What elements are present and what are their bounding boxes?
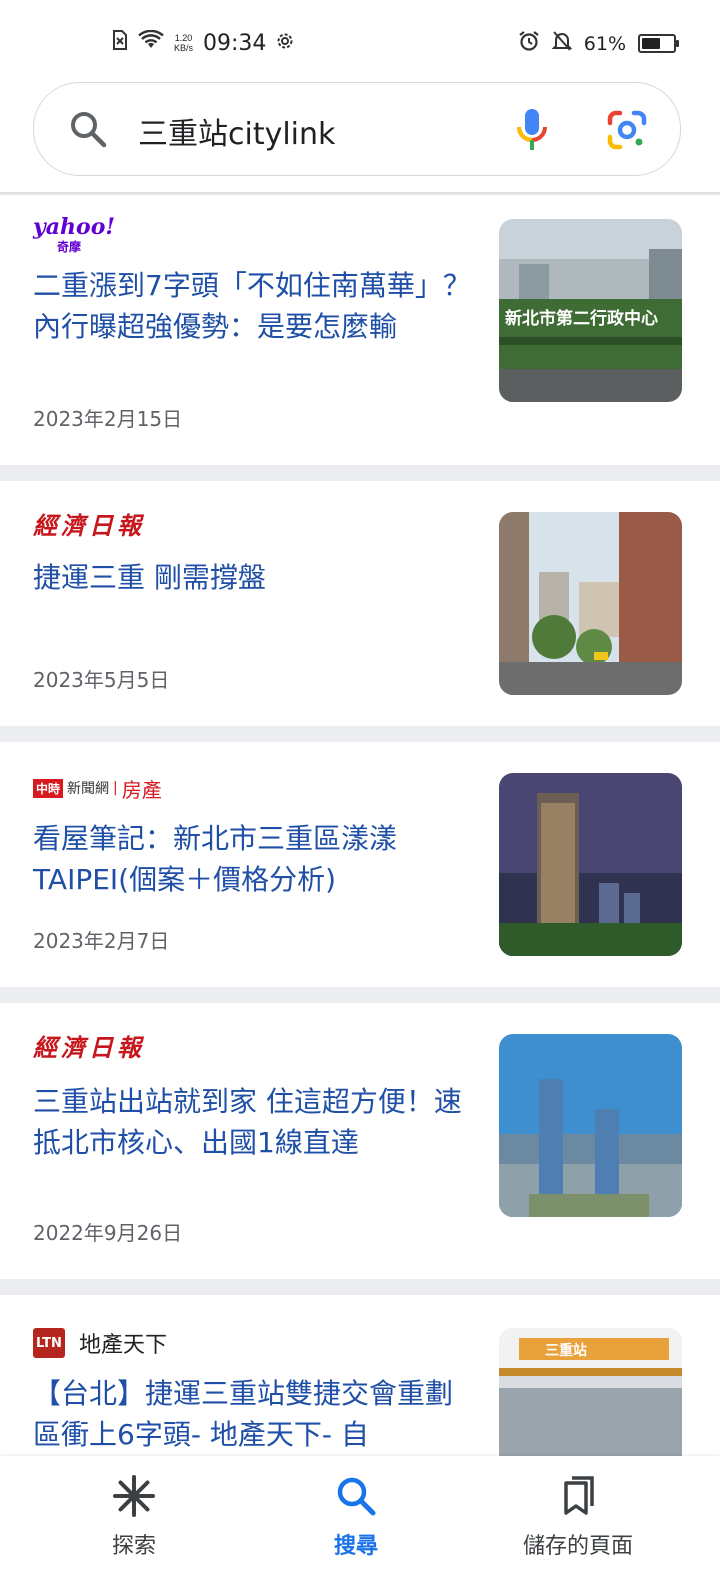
clock: 09:34 [203, 30, 267, 56]
nav-label: 搜尋 [333, 1534, 378, 1559]
result-title[interactable]: 捷運三重 剛需撐盤 [33, 557, 473, 598]
sim-off-icon [112, 30, 128, 56]
result-thumbnail[interactable] [499, 773, 682, 956]
search-header: 三重站citylink [0, 76, 720, 192]
search-bar[interactable]: 三重站citylink [33, 82, 681, 176]
result-title[interactable]: 看屋筆記：新北市三重區漾漾TAIPEI(個案＋價格分析) [33, 818, 473, 900]
thumbnail-caption: 新北市第二行政中心 [505, 308, 658, 329]
nav-search[interactable]: 搜尋 [256, 1474, 456, 1560]
alarm-icon [518, 30, 540, 57]
source-logo: 中時 新聞網 | 房產 [33, 768, 162, 808]
lens-icon[interactable] [606, 109, 648, 155]
result-title[interactable]: 三重站出站就到家 住這超方便！速抵北市核心、出國1線直達 [33, 1081, 473, 1163]
bookmarks-icon [556, 1476, 600, 1522]
battery-level [642, 38, 661, 49]
result-date: 2023年2月7日 [33, 929, 170, 953]
result-card[interactable]: yahoo! 奇摩 二重漲到7字頭「不如住南萬華」？內行曝超強優勢：是要怎麼輸 2… [0, 195, 720, 465]
battery-icon [638, 34, 679, 53]
result-card[interactable]: 經濟日報 三重站出站就到家 住這超方便！速抵北市核心、出國1線直達 2022年9… [0, 1003, 720, 1279]
search-icon [334, 1477, 378, 1522]
result-thumbnail[interactable] [499, 1034, 682, 1217]
result-thumbnail[interactable] [499, 512, 682, 695]
bottom-nav: 探索 搜尋 儲存的頁面 [0, 1456, 720, 1584]
wifi-icon [138, 29, 164, 56]
result-date: 2023年5月5日 [33, 668, 170, 692]
result-card[interactable]: LTN 地產天下 【台北】捷運三重站雙捷交會重劃區衝上6字頭- 地產天下- 自 三… [0, 1295, 720, 1511]
asterisk-icon [112, 1475, 156, 1522]
mute-icon [551, 30, 573, 57]
result-card[interactable]: 中時 新聞網 | 房產 看屋筆記：新北市三重區漾漾TAIPEI(個案＋價格分析) 20… [0, 742, 720, 987]
status-bar: 1.20 KB/s 09:34 61% [0, 0, 720, 76]
ltn-logo: LTN [33, 1328, 65, 1358]
source-logo: yahoo! 奇摩 [33, 214, 116, 254]
settings-icon [276, 31, 294, 56]
result-date: 2022年9月26日 [33, 1221, 183, 1245]
nav-label: 探索 [111, 1534, 156, 1559]
network-speed: 1.20 KB/s [174, 33, 194, 53]
result-thumbnail[interactable]: 新北市第二行政中心 [499, 219, 682, 402]
search-icon [68, 109, 108, 153]
source-logo: 經濟日報 [33, 1032, 145, 1062]
mic-icon[interactable] [514, 107, 550, 157]
source-logo: LTN 地產天下 [33, 1323, 167, 1363]
battery-percent: 61% [583, 32, 626, 55]
nav-label: 儲存的頁面 [522, 1534, 633, 1559]
result-title[interactable]: 【台北】捷運三重站雙捷交會重劃區衝上6字頭- 地產天下- 自 [33, 1373, 473, 1455]
nav-saved[interactable]: 儲存的頁面 [478, 1474, 678, 1560]
thumbnail-caption: 三重站 [545, 1342, 587, 1359]
search-query[interactable]: 三重站citylink [138, 109, 335, 153]
nav-discover[interactable]: 探索 [34, 1474, 234, 1560]
result-date: 2023年2月15日 [33, 407, 183, 431]
source-logo: 經濟日報 [33, 510, 145, 540]
result-card[interactable]: 經濟日報 捷運三重 剛需撐盤 2023年5月5日 [0, 481, 720, 726]
result-title[interactable]: 二重漲到7字頭「不如住南萬華」？內行曝超強優勢：是要怎麼輸 [33, 265, 473, 347]
